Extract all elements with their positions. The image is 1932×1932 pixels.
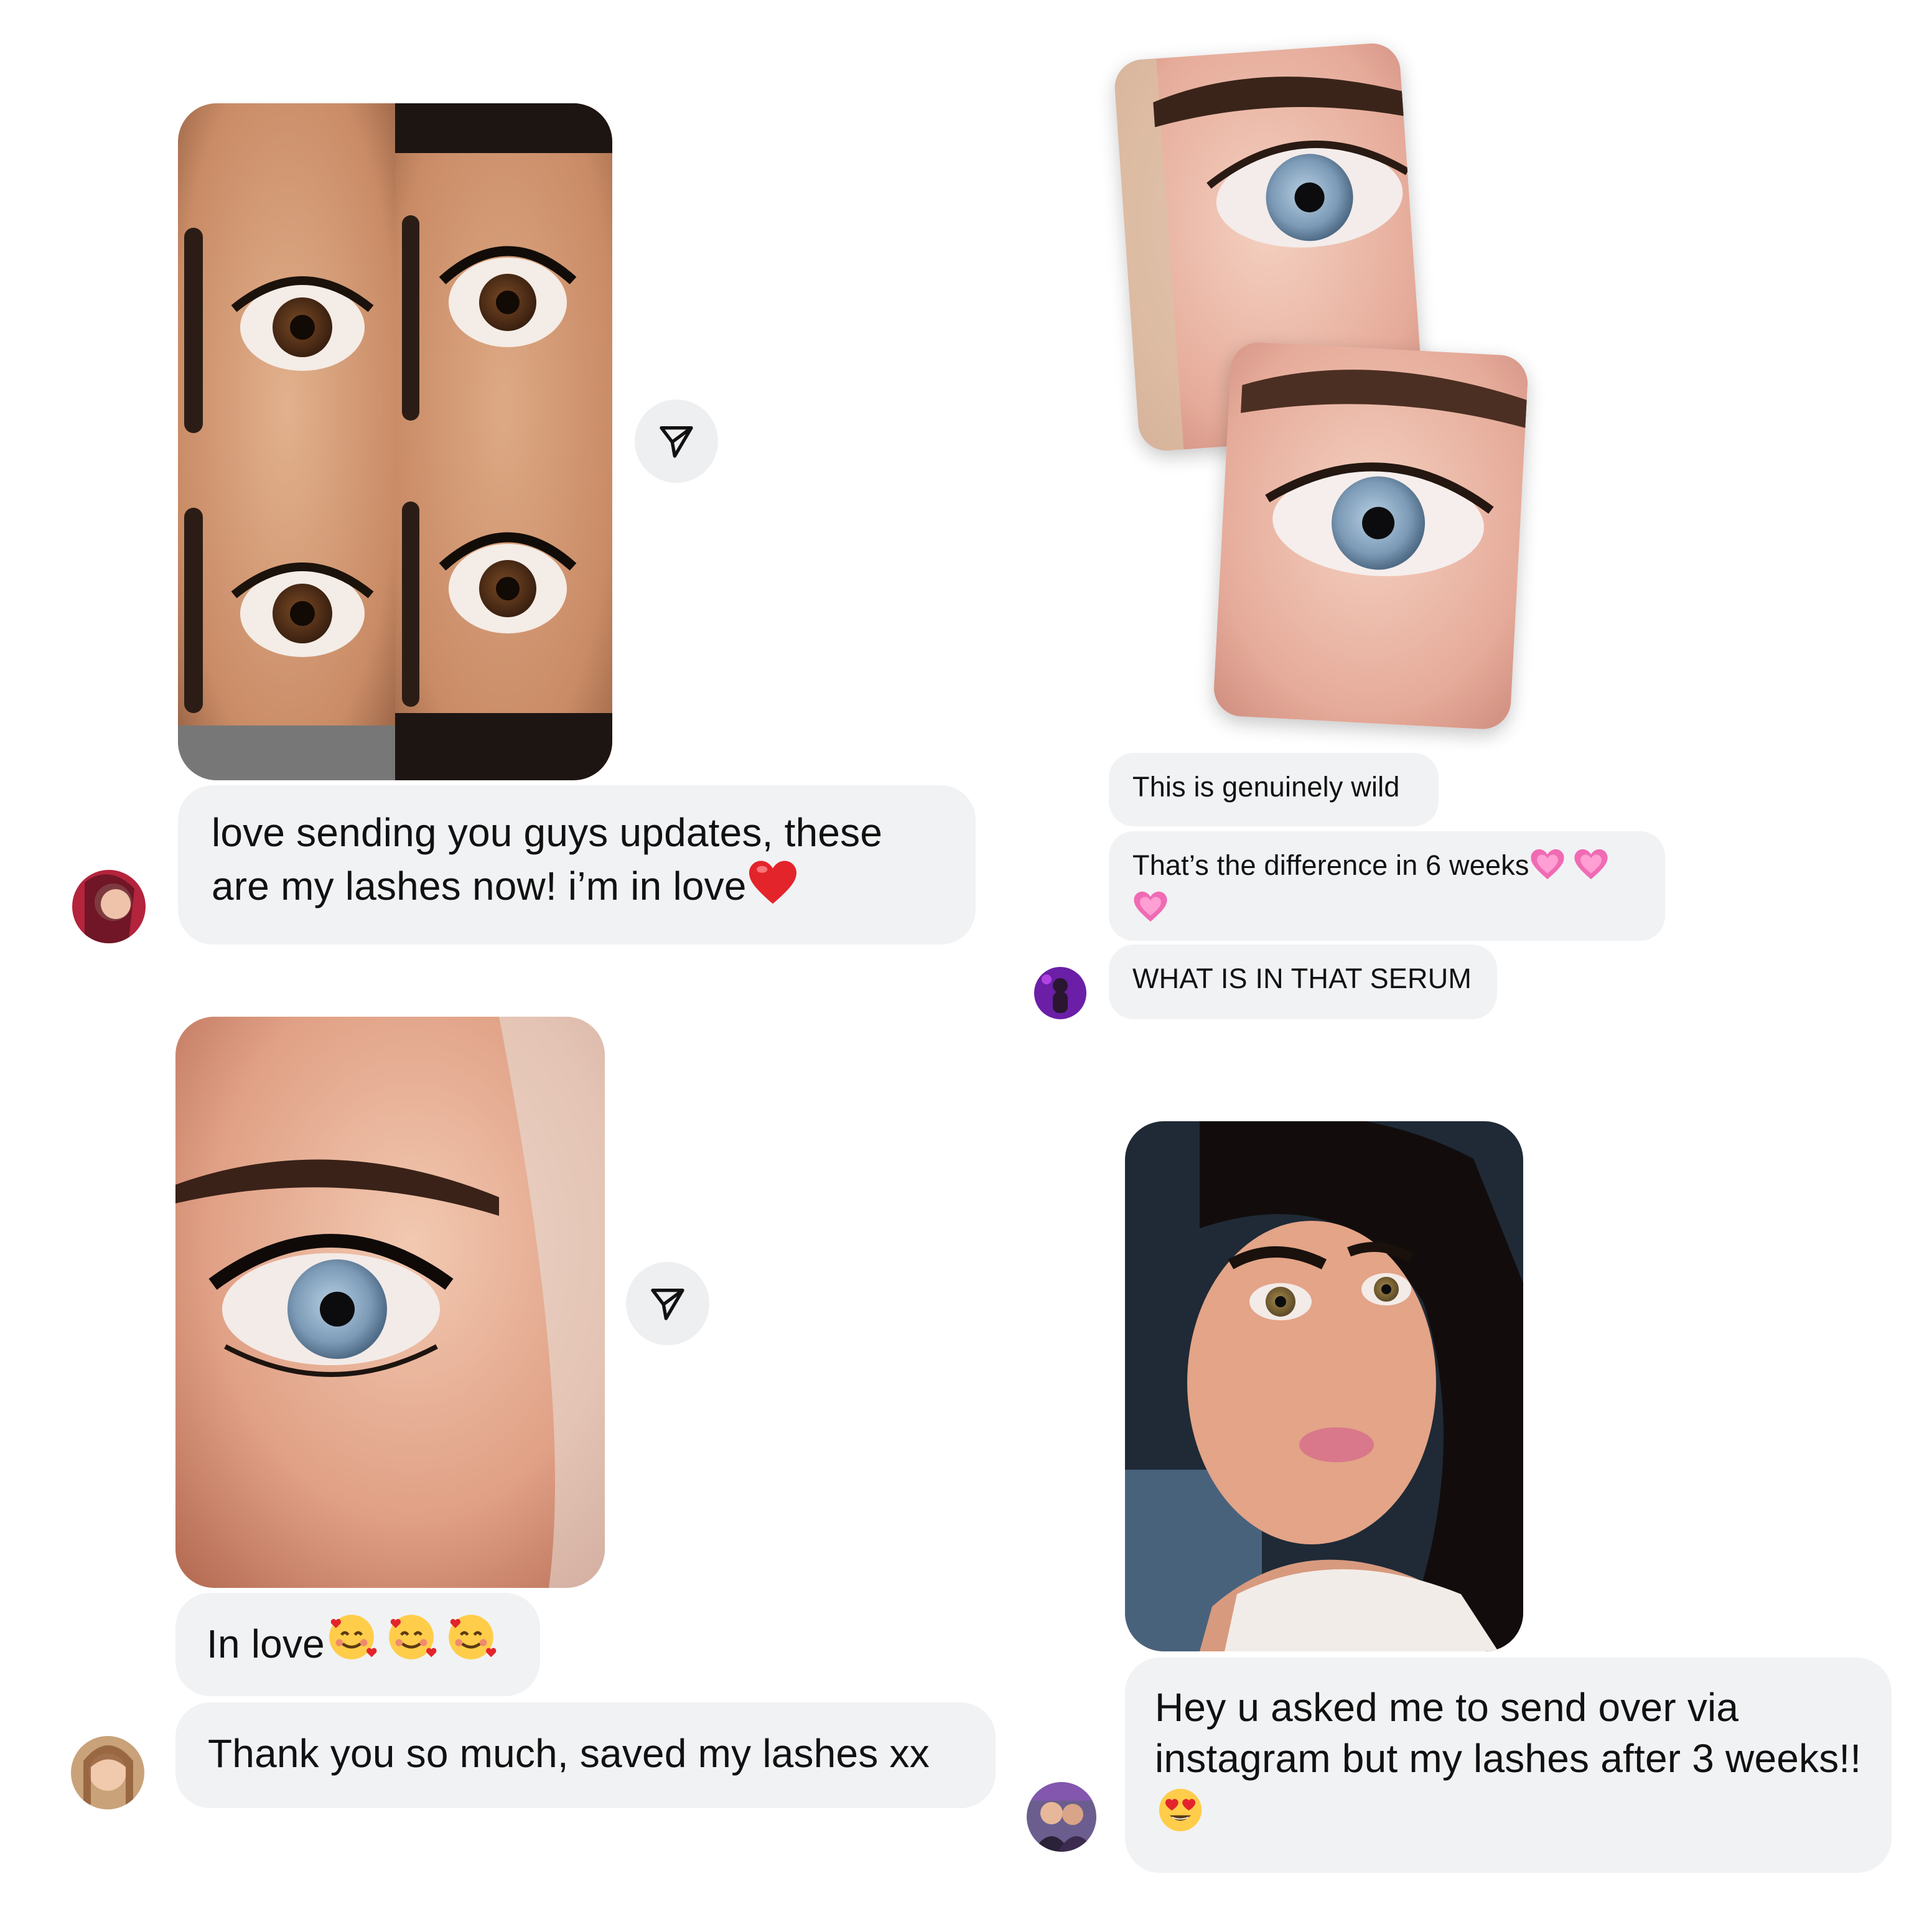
send-paper-plane-icon <box>660 426 693 458</box>
eye-closeup-image <box>175 1017 605 1588</box>
message-bubble: That’s the difference in 6 weeks <box>1109 831 1665 941</box>
avatar-image <box>1027 1782 1096 1852</box>
share-button[interactable] <box>635 399 718 483</box>
photo-eye-closeup[interactable] <box>175 1017 605 1588</box>
avatar[interactable] <box>1027 1782 1096 1852</box>
avatar[interactable] <box>1034 967 1086 1019</box>
avatar[interactable] <box>72 870 146 943</box>
red-heart-icon <box>747 859 799 918</box>
message-text: That’s the difference in 6 weeks <box>1132 849 1529 881</box>
message-bubble: In love <box>175 1593 540 1696</box>
avatar[interactable] <box>71 1736 144 1809</box>
photo-lashes-comparison[interactable] <box>178 103 612 780</box>
message-bubble: Thank you so much, saved my lashes xx <box>175 1702 996 1808</box>
selfie-image <box>1125 1121 1523 1651</box>
smiling-face-with-hearts-icon <box>444 1610 498 1676</box>
message-bubble: love sending you guys updates, these are… <box>178 785 976 945</box>
eye-after-image <box>1212 340 1529 731</box>
message-text: WHAT IS IN THAT SERUM <box>1132 963 1472 994</box>
heart-eyes-icon <box>1155 1785 1206 1848</box>
message-text: Hey u asked me to send over via instagra… <box>1155 1685 1862 1781</box>
message-text: Thank you so much, saved my lashes xx <box>208 1731 930 1776</box>
smiling-face-with-hearts-icon <box>325 1610 378 1676</box>
pink-heart-icon <box>1529 847 1566 890</box>
avatar-image <box>71 1736 144 1809</box>
avatar-image <box>1034 967 1086 1019</box>
pink-heart-icon <box>1573 847 1609 890</box>
message-bubble: WHAT IS IN THAT SERUM <box>1109 945 1497 1019</box>
message-text: This is genuinely wild <box>1132 771 1400 803</box>
smiling-face-with-hearts-icon <box>385 1610 438 1676</box>
lashes-comparison-image <box>178 103 612 780</box>
send-paper-plane-icon <box>651 1289 684 1320</box>
message-text: In love <box>207 1622 325 1666</box>
message-bubble: This is genuinely wild <box>1109 753 1439 826</box>
photo-eye-after[interactable] <box>1212 340 1529 731</box>
share-button[interactable] <box>626 1262 709 1345</box>
avatar-image <box>72 870 146 943</box>
pink-heart-icon <box>1132 890 1169 932</box>
message-bubble: Hey u asked me to send over via instagra… <box>1125 1658 1892 1873</box>
photo-selfie[interactable] <box>1125 1121 1523 1651</box>
